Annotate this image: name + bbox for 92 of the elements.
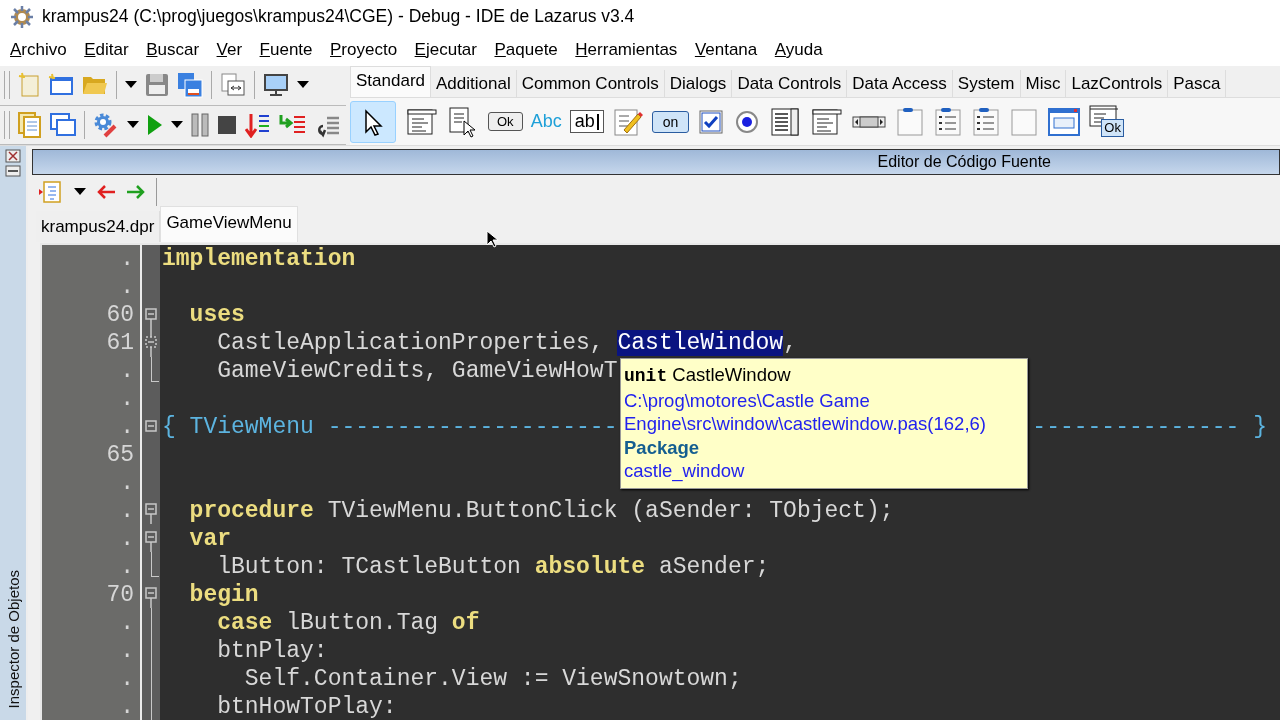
pause-icon[interactable] [191, 112, 209, 137]
menu-item[interactable]: Ventana [694, 39, 758, 60]
caret-icon[interactable] [171, 120, 183, 129]
fold-toggle-icon[interactable] [145, 307, 157, 329]
hint-package-label: Package [624, 435, 701, 459]
line-number: . [119, 413, 135, 441]
line-number: . [119, 497, 135, 525]
line-number: . [119, 609, 135, 637]
line-number: . [119, 553, 135, 581]
file-tab[interactable]: GameViewMenu [160, 206, 298, 242]
toggle-form-icon[interactable] [220, 73, 246, 98]
close-icon[interactable] [5, 149, 21, 163]
forward-arrow-icon[interactable] [126, 183, 146, 200]
code-line: begin [188, 581, 259, 609]
fold-toggle-icon[interactable] [145, 328, 157, 357]
code-line: GameViewCredits, GameViewHowT [216, 357, 618, 385]
caret-icon[interactable] [125, 81, 137, 90]
edit-component-icon[interactable]: ab [569, 110, 604, 133]
radiogroup-component-icon[interactable] [933, 105, 964, 138]
line-number: 65 [105, 441, 135, 469]
line-number: . [119, 693, 135, 720]
code-line: btnHowToPlay: [216, 693, 397, 720]
step-into-icon[interactable] [245, 111, 271, 138]
line-number: . [119, 385, 135, 413]
listbox-component-icon[interactable] [769, 105, 802, 138]
fold-toggle-icon[interactable] [145, 419, 157, 432]
line-number: . [119, 637, 135, 665]
code-line: Self.Container.View := ViewSnowtown; [243, 665, 742, 693]
window-title: krampus24 (C:\prog\juegos\krampus24\CGE) - Debug - IDE de Lazarus v3.4 [42, 6, 635, 27]
menu-item[interactable]: Archivo [10, 39, 67, 60]
line-number: . [119, 245, 135, 273]
menu-item[interactable]: Buscar [146, 39, 200, 60]
monitor-icon[interactable] [263, 73, 289, 98]
code-line: case lButton.Tag of [216, 609, 480, 637]
menu-item[interactable]: Herramientas [575, 39, 678, 60]
caret-icon[interactable] [74, 187, 86, 196]
gear-wrench-icon[interactable] [93, 111, 119, 138]
fold-toggle-icon[interactable] [145, 587, 157, 608]
caret-icon[interactable] [127, 120, 139, 129]
groupbox-component-icon[interactable] [895, 105, 926, 138]
menu-item[interactable]: Proyecto [330, 39, 398, 60]
checkbox-component-icon[interactable] [697, 107, 726, 136]
hint-path-link[interactable]: C:\prog\motores\Castle Game [624, 388, 1024, 412]
line-number: . [119, 469, 135, 497]
checkgroup-component-icon[interactable] [971, 105, 1002, 138]
hint-unit-line: unit CastleWindow [624, 363, 792, 388]
line-number: 60 [105, 301, 135, 329]
menu-item[interactable]: Ejecutar [414, 39, 477, 60]
caret-icon[interactable] [297, 81, 309, 90]
hint-path-link[interactable]: Engine\src\window\castlewindow.pas(162,6) [624, 412, 1024, 436]
windows-icon[interactable] [50, 112, 76, 137]
code-line: lButton: TCastleButton absolute aSender; [216, 553, 770, 581]
menu-item[interactable]: Paquete [494, 39, 558, 60]
run-icon[interactable] [147, 113, 163, 136]
palette-tab[interactable]: Standard [350, 66, 431, 97]
menu-item[interactable]: Editar [84, 39, 129, 60]
code-line: { TViewMenu --------------------- [161, 413, 618, 441]
form-component-icon[interactable] [1047, 105, 1082, 138]
line-number: 61 [105, 329, 135, 357]
mouse-pointer-icon [486, 230, 498, 248]
line-number: 70 [105, 581, 135, 609]
code-line: implementation [161, 245, 356, 273]
pointer-tool-icon[interactable] [350, 100, 396, 143]
new-window-icon[interactable] [48, 73, 74, 98]
save-all-icon[interactable] [177, 72, 203, 99]
line-number: . [119, 273, 135, 301]
code-line: var [188, 525, 231, 553]
code-line: btnPlay: [216, 637, 328, 665]
back-arrow-icon[interactable] [96, 183, 116, 200]
minimize-icon[interactable] [5, 165, 21, 177]
hint-package-link[interactable]: castle_window [624, 459, 1024, 483]
save-icon[interactable] [145, 73, 169, 98]
editor-title-bar: Editor de Código Fuente [32, 149, 1280, 175]
dock-label[interactable]: Inspector de Objetos [4, 569, 22, 720]
line-number: . [119, 665, 135, 693]
fold-toggle-icon[interactable] [145, 503, 157, 525]
code-line: CastleApplicationProperties, CastleWindow, [216, 329, 797, 357]
fold-toggle-icon[interactable] [145, 531, 157, 553]
button-component-icon[interactable]: Ok [488, 112, 523, 131]
menu-item[interactable]: Ayuda [774, 39, 823, 60]
fold-end-guide [151, 552, 159, 578]
menu-item[interactable]: Fuente [259, 39, 313, 60]
line-number: . [119, 525, 135, 553]
code-line: uses [188, 301, 245, 329]
line-number: . [119, 357, 135, 385]
code-line: --------------- } [1031, 413, 1267, 441]
menu-item[interactable]: Ver [216, 39, 243, 60]
fold-end-guide [151, 356, 159, 382]
app-icon [10, 4, 34, 29]
toggle-component-icon[interactable]: on [651, 110, 690, 133]
stop-icon[interactable] [217, 114, 237, 135]
code-line: procedure TViewMenu.ButtonClick (aSender: TObject); [188, 497, 894, 525]
